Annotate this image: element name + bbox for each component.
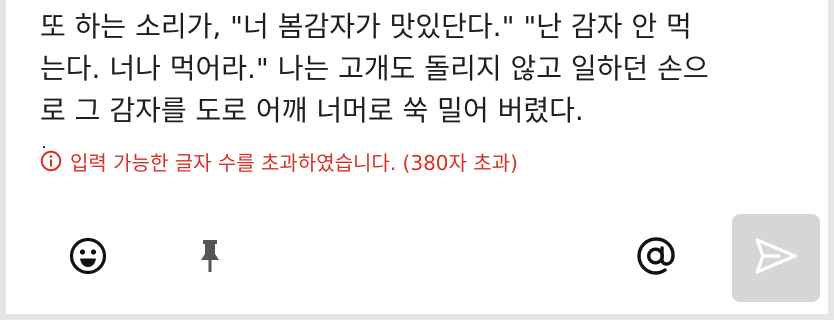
at-icon xyxy=(635,235,677,281)
pin-icon xyxy=(195,236,225,280)
mention-button[interactable] xyxy=(632,234,680,282)
message-composer: 또 하는 소리가, "너 봄감자가 맛있단다." "난 감자 안 먹는다. 너나… xyxy=(0,0,834,320)
error-text: 입력 가능한 글자 수를 초과하였습니다. (380자 초과) xyxy=(70,150,518,175)
message-line: 로 그 감자를 도로 어깨 너머로 쑥 밀어 버렸다. xyxy=(40,94,584,127)
pin-button[interactable] xyxy=(186,234,234,282)
emoji-button[interactable] xyxy=(64,234,112,282)
smiley-icon xyxy=(68,236,108,280)
message-line: 는다. 너나 먹어라." 나는 고개도 돌리지 않고 일하던 손으 xyxy=(40,52,709,85)
message-input[interactable]: 또 하는 소리가, "너 봄감자가 맛있단다." "난 감자 안 먹는다. 너나… xyxy=(40,6,800,132)
send-icon xyxy=(753,236,799,280)
char-limit-error: 입력 가능한 글자 수를 초과하였습니다. (380자 초과) xyxy=(40,146,518,176)
message-line: 또 하는 소리가, "너 봄감자가 맛있단다." "난 감자 안 먹 xyxy=(40,10,692,43)
send-button[interactable] xyxy=(732,214,820,302)
info-icon xyxy=(40,150,62,172)
